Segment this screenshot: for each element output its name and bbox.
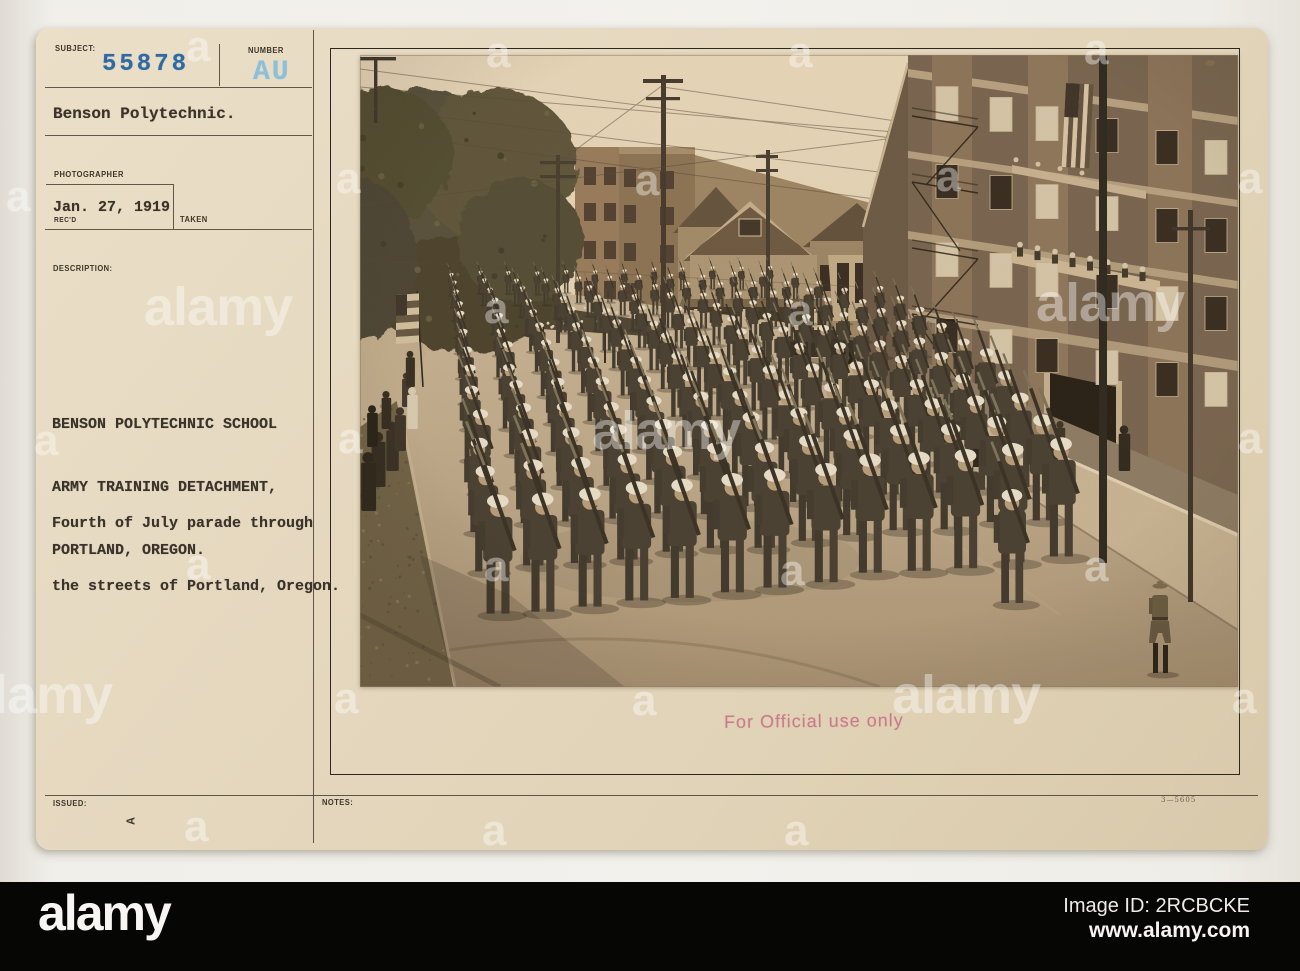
notes-label: NOTES: [322,798,354,807]
subject-label: SUBJECT: [55,44,96,53]
card-title: Benson Polytechnic. [53,105,236,123]
alamy-footer-bar: alamy Image ID: 2RCBCKE www.alamy.com [0,882,1300,971]
rule [45,87,312,88]
parade-photo-scene [360,55,1238,687]
divider [173,184,174,229]
description-line: BENSON POLYTECHNIC SCHOOL [52,416,278,433]
issued-label: ISSUED: [53,799,87,808]
received-date: Jan. 27, 1919 [53,199,171,216]
footer-info: Image ID: 2RCBCKE www.alamy.com [1063,894,1250,944]
official-use-stamp: For Official use only [723,710,904,732]
caption-line: Fourth of July parade through [52,515,314,532]
photographer-label: PHOTOGRAPHER [54,170,124,179]
received-label: REC'D [54,217,77,224]
description-label: DESCRIPTION: [53,264,113,273]
card-blemish [1205,60,1215,66]
subject-number: 55878 [102,51,190,78]
alamy-watermark: a [6,172,31,221]
number-label: NUMBER [248,46,284,55]
archive-index-card: SUBJECT: 55878 NUMBER AU Benson Polytech… [36,28,1268,850]
number-value: AU [253,57,291,88]
alamy-logo: alamy [38,885,172,941]
caption-line: the streets of Portland, Oregon. [52,578,341,595]
film-grain [360,55,1238,687]
plate-number: 3—5605 [1161,796,1197,804]
divider [219,44,220,86]
alamy-url: www.alamy.com [1088,919,1250,942]
stock-photo-page: SUBJECT: 55878 NUMBER AU Benson Polytech… [0,0,1300,971]
caption-text: Fourth of July parade through the street… [52,471,340,639]
image-id: Image ID: 2RCBCKE [1063,895,1250,917]
rule [46,184,173,185]
rule [45,229,312,230]
rule [45,795,1258,796]
taken-label: TAKEN [180,215,208,224]
parade-photograph [360,55,1238,687]
issued-mark: A [124,817,139,825]
column-divider [313,30,314,843]
rule [45,135,312,136]
